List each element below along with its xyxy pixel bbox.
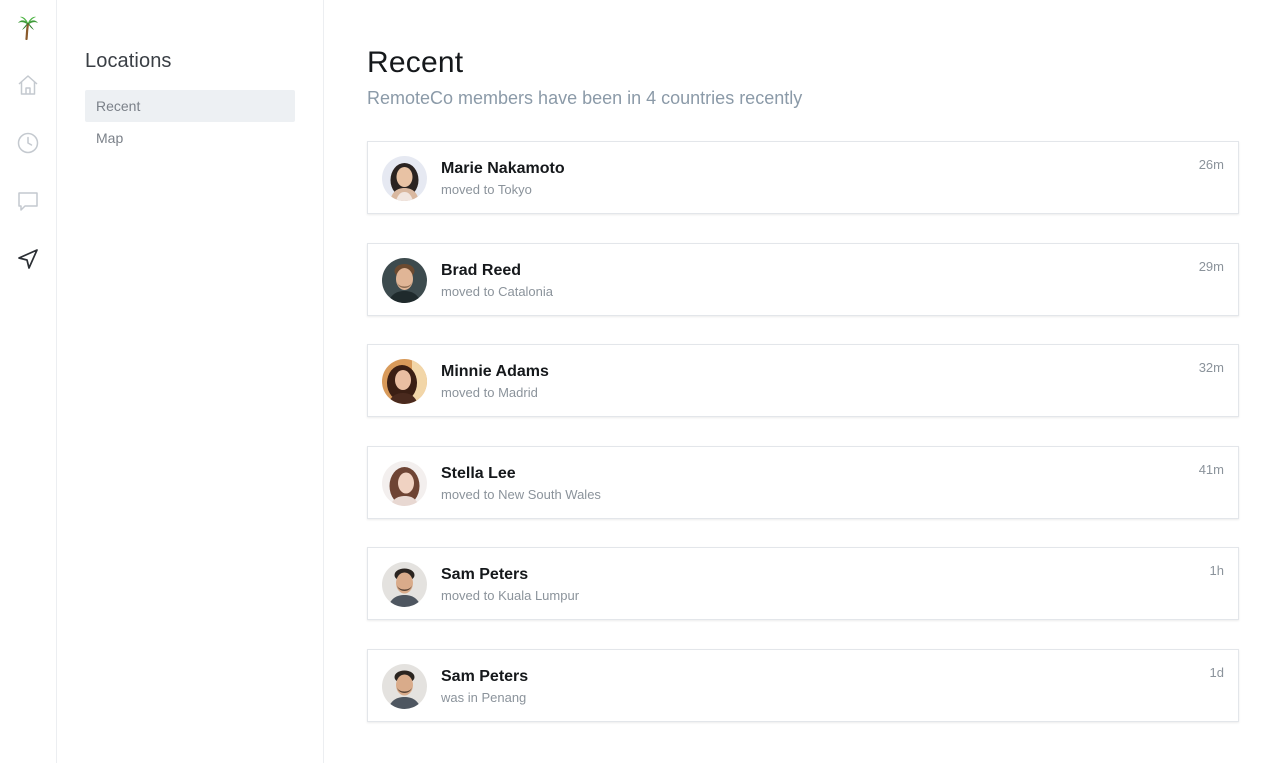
member-name[interactable]: Minnie Adams xyxy=(441,363,549,381)
sidebar-title: Locations xyxy=(85,50,172,72)
activity-detail: moved to Kuala Lumpur xyxy=(441,588,580,603)
clock-icon[interactable] xyxy=(14,129,42,157)
activity-card[interactable]: Brad Reed moved to Catalonia 29m xyxy=(367,242,1239,316)
navigation-arrow-icon[interactable] xyxy=(14,245,42,273)
avatar[interactable] xyxy=(382,257,427,303)
activity-card[interactable]: Minnie Adams moved to Madrid 32m xyxy=(367,344,1239,417)
activity-feed: Marie Nakamoto moved to Tokyo 26m Brad R… xyxy=(367,141,1239,750)
activity-timestamp: 41m xyxy=(1198,461,1224,477)
member-name[interactable]: Marie Nakamoto xyxy=(441,160,565,178)
member-name[interactable]: Sam Peters xyxy=(441,668,528,686)
avatar[interactable] xyxy=(382,156,427,201)
activity-detail: moved to Madrid xyxy=(441,385,538,400)
activity-card[interactable]: Sam Peters moved to Kuala Lumpur 1h xyxy=(367,547,1239,620)
activity-detail: moved to New South Wales xyxy=(441,486,601,502)
activity-timestamp: 29m xyxy=(1198,258,1224,274)
activity-detail: moved to Tokyo xyxy=(441,182,532,197)
member-name[interactable]: Sam Peters xyxy=(441,566,528,584)
locations-sidebar: Locations Recent Map xyxy=(57,0,324,763)
activity-timestamp: 1h xyxy=(1209,563,1224,578)
activity-detail: was in Penang xyxy=(441,689,527,705)
activity-detail: moved to Catalonia xyxy=(441,283,554,299)
icon-rail xyxy=(0,0,57,763)
avatar[interactable] xyxy=(382,663,427,709)
activity-card[interactable]: Marie Nakamoto moved to Tokyo 26m xyxy=(367,141,1239,214)
page-title: Recent xyxy=(367,46,464,79)
activity-timestamp: 1d xyxy=(1209,664,1224,680)
home-icon[interactable] xyxy=(14,71,42,99)
sidebar-menu: Recent Map xyxy=(85,90,295,154)
main-content: Recent RemoteCo members have been in 4 c… xyxy=(324,0,1280,763)
sidebar-item-map[interactable]: Map xyxy=(85,122,295,154)
member-name[interactable]: Brad Reed xyxy=(441,262,521,280)
activity-card[interactable]: Sam Peters was in Penang 1d xyxy=(367,648,1239,722)
avatar[interactable] xyxy=(382,562,427,607)
activity-card[interactable]: Stella Lee moved to New South Wales 41m xyxy=(367,445,1239,519)
member-name[interactable]: Stella Lee xyxy=(441,465,516,483)
avatar[interactable] xyxy=(382,359,427,404)
avatar[interactable] xyxy=(382,460,427,506)
sidebar-item-recent[interactable]: Recent xyxy=(85,90,295,122)
palm-tree-logo-icon[interactable] xyxy=(14,13,42,41)
activity-timestamp: 26m xyxy=(1198,157,1224,172)
activity-timestamp: 32m xyxy=(1198,360,1224,375)
chat-icon[interactable] xyxy=(14,187,42,215)
page-subtitle: RemoteCo members have been in 4 countrie… xyxy=(367,88,803,108)
